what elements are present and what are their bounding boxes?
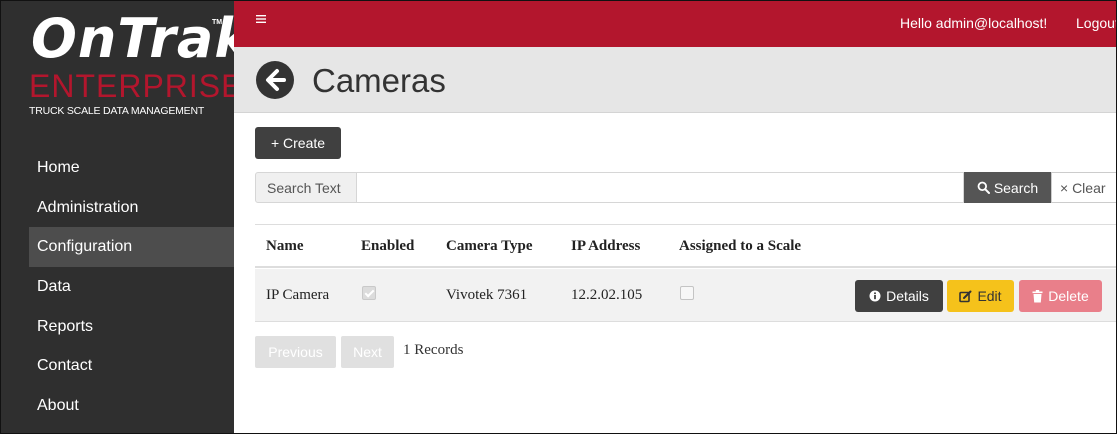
search-label: Search Text [255, 172, 357, 203]
table-header-divider [255, 266, 1116, 268]
brand-edition: ENTERPRISE [29, 68, 244, 104]
search-bar: Search Text Search × Clear [255, 172, 1116, 205]
sidebar-item-reports[interactable]: Reports [29, 307, 234, 347]
hamburger-icon[interactable] [256, 11, 266, 27]
table-top-border [255, 224, 1116, 225]
cell-ip-address: 12.2.02.105 [571, 287, 643, 303]
cell-camera-type: Vivotek 7361 [446, 287, 528, 303]
enabled-checkbox [362, 286, 376, 300]
records-count: 1 Records [403, 342, 464, 358]
column-header-name[interactable]: Name [266, 238, 304, 255]
brand-logo[interactable]: OnTrak TM ENTERPRISE TRUCK SCALE DATA MA… [1, 1, 250, 141]
page-header: Cameras [234, 47, 1116, 113]
next-page-button[interactable]: Next [341, 336, 394, 368]
delete-button[interactable]: Delete [1019, 280, 1102, 312]
details-button[interactable]: Details [855, 280, 943, 312]
trash-icon [1032, 289, 1043, 302]
details-button-label: Details [886, 288, 929, 304]
previous-page-button[interactable]: Previous [255, 336, 336, 368]
sidebar-nav: Home Administration Configuration Data R… [29, 148, 234, 426]
search-icon [977, 181, 990, 194]
column-header-camera-type[interactable]: Camera Type [446, 238, 533, 255]
column-header-enabled[interactable]: Enabled [361, 238, 414, 255]
brand-tagline: TRUCK SCALE DATA MANAGEMENT [29, 105, 205, 117]
sidebar-item-configuration[interactable]: Configuration [29, 227, 234, 268]
search-input[interactable] [357, 172, 964, 203]
sidebar-item-home[interactable]: Home [29, 148, 234, 188]
edit-button[interactable]: Edit [947, 280, 1014, 312]
user-greeting[interactable]: Hello admin@localhost! [900, 15, 1047, 31]
sidebar-item-about[interactable]: About [29, 386, 234, 426]
column-header-ip-address[interactable]: IP Address [571, 238, 640, 255]
brand-name: OnTrak [31, 7, 252, 70]
edit-button-label: Edit [977, 288, 1002, 304]
sidebar-item-contact[interactable]: Contact [29, 346, 234, 386]
assigned-to-scale-checkbox [680, 286, 694, 300]
search-button-label: Search [993, 179, 1039, 196]
column-header-assigned-to-scale[interactable]: Assigned to a Scale [679, 238, 801, 255]
create-button[interactable]: + Create [255, 127, 341, 159]
top-bar: Hello admin@localhost! Logout [234, 1, 1116, 47]
edit-icon [959, 290, 972, 302]
search-button[interactable]: Search [964, 172, 1051, 203]
app-window: OnTrak TM ENTERPRISE TRUCK SCALE DATA MA… [0, 0, 1117, 434]
delete-button-label: Delete [1048, 288, 1089, 304]
brand-trademark: TM [212, 19, 223, 26]
info-circle-icon [869, 290, 881, 302]
sidebar-item-administration[interactable]: Administration [29, 188, 234, 228]
sidebar-item-data[interactable]: Data [29, 267, 234, 307]
page-title: Cameras [312, 62, 446, 99]
sidebar: OnTrak TM ENTERPRISE TRUCK SCALE DATA MA… [1, 1, 250, 433]
logout-link[interactable]: Logout [1076, 15, 1116, 31]
cell-name: IP Camera [266, 287, 330, 303]
back-arrow-icon[interactable] [256, 61, 294, 99]
clear-button[interactable]: × Clear [1051, 172, 1116, 203]
